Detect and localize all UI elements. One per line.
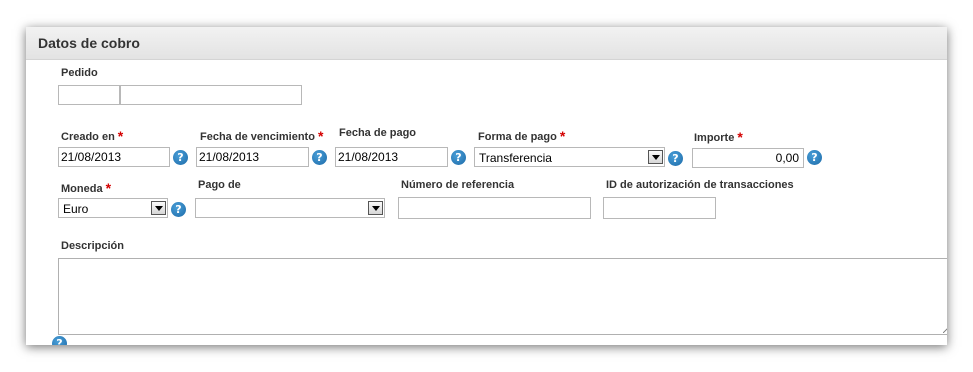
importe-input[interactable]: 0,00: [692, 148, 804, 168]
fecha-vencimiento-label: Fecha de vencimiento *: [200, 127, 324, 144]
descripcion-label: Descripción: [61, 240, 124, 252]
panel-header: Datos de cobro: [26, 27, 947, 60]
pedido-label: Pedido: [61, 67, 98, 79]
required-mark: *: [317, 128, 324, 144]
required-mark: *: [737, 129, 743, 145]
importe-label: Importe *: [694, 128, 743, 145]
pedido-number-field[interactable]: [120, 85, 302, 105]
chevron-down-icon[interactable]: [368, 201, 383, 215]
help-icon[interactable]: ?: [173, 150, 188, 165]
fecha-vencimiento-date-input[interactable]: 21/08/2013: [196, 147, 309, 167]
chevron-down-icon[interactable]: [151, 201, 166, 215]
help-icon[interactable]: ?: [668, 151, 683, 166]
moneda-selected-value: Euro: [63, 202, 89, 216]
help-icon[interactable]: ?: [312, 150, 327, 165]
help-icon[interactable]: ?: [807, 150, 822, 165]
required-mark: *: [117, 128, 124, 144]
fecha-pago-label: Fecha de pago: [339, 127, 417, 139]
payment-details-panel: Datos de cobro Pedido Creado en * Fecha d…: [26, 27, 947, 345]
id-autorizacion-label: ID de autorización de transacciones: [606, 179, 794, 191]
numero-referencia-label: Número de referencia: [401, 179, 515, 191]
descripcion-textarea[interactable]: [58, 258, 947, 335]
help-icon[interactable]: ?: [52, 336, 67, 345]
forma-pago-select[interactable]: Transferencia: [474, 147, 665, 167]
creado-en-date-input[interactable]: 21/08/2013: [58, 147, 170, 167]
moneda-select[interactable]: Euro: [58, 198, 168, 218]
fecha-pago-date-input[interactable]: 21/08/2013: [335, 147, 448, 167]
pedido-series-field[interactable]: [58, 85, 120, 105]
creado-en-label: Creado en *: [61, 127, 124, 144]
required-mark: *: [105, 180, 112, 196]
required-mark: *: [559, 128, 566, 144]
forma-pago-selected-value: Transferencia: [479, 151, 552, 165]
id-autorizacion-input[interactable]: [603, 197, 716, 219]
fecha-vencimiento-label-text: Fecha de vencimiento: [200, 131, 315, 143]
forma-pago-label: Forma de pago *: [478, 127, 566, 144]
panel-title: Datos de cobro: [38, 35, 140, 51]
help-icon[interactable]: ?: [171, 202, 186, 217]
pago-de-label: Pago de: [198, 179, 241, 191]
numero-referencia-input[interactable]: [398, 197, 591, 219]
forma-pago-label-text: Forma de pago: [478, 131, 557, 143]
importe-label-text: Importe: [694, 132, 735, 144]
chevron-down-icon[interactable]: [648, 150, 663, 164]
pago-de-select[interactable]: [195, 198, 385, 218]
moneda-label-text: Moneda: [61, 183, 103, 195]
help-icon[interactable]: ?: [451, 150, 466, 165]
creado-en-label-text: Creado en: [61, 131, 115, 143]
moneda-label: Moneda *: [61, 179, 112, 196]
resize-handle[interactable]: [943, 325, 947, 333]
